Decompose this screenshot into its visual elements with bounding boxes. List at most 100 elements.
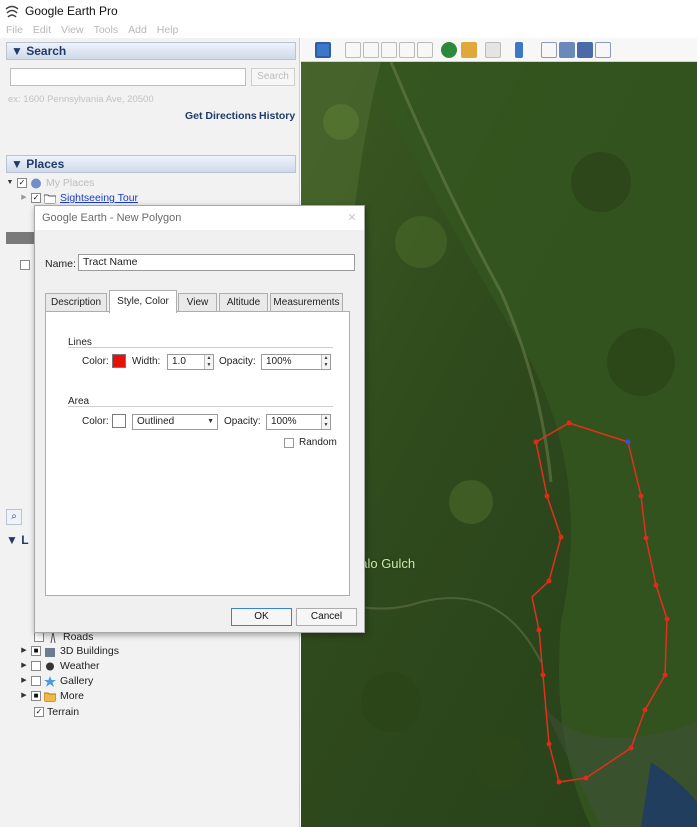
layer-label: More — [60, 690, 84, 702]
layer-label: Terrain — [47, 706, 80, 718]
tab-description[interactable]: Description — [45, 293, 107, 312]
layer-item-weather[interactable]: ▶ Weather — [20, 659, 100, 673]
area-fill-mode-select[interactable]: Outlined ▼ — [132, 414, 218, 430]
expand-arrow-icon[interactable]: ▼ — [6, 176, 14, 190]
window-title: Google Earth Pro — [25, 4, 118, 18]
menu-help[interactable]: Help — [157, 24, 179, 36]
maps-icon[interactable] — [595, 42, 611, 58]
checkbox[interactable]: ✓ — [34, 707, 44, 717]
menu-file[interactable]: File — [6, 24, 23, 36]
print-icon[interactable] — [559, 42, 575, 58]
expand-arrow-icon[interactable]: ▶ — [20, 644, 28, 658]
tab-measurements[interactable]: Measurements — [270, 293, 343, 312]
style-color-panel: Lines Color: Width: 1.0 ▲ ▼ Opacity: 100%… — [45, 311, 350, 596]
expand-arrow-icon[interactable]: ▶ — [20, 689, 28, 703]
random-checkbox[interactable] — [284, 438, 294, 448]
get-directions-link[interactable]: Get Directions — [185, 110, 257, 122]
lines-color-label: Color: — [82, 356, 109, 367]
menu-add[interactable]: Add — [128, 24, 147, 36]
close-icon[interactable]: ✕ — [346, 212, 358, 224]
planets-icon[interactable] — [485, 42, 501, 58]
ok-button[interactable]: OK — [231, 608, 292, 626]
divider — [68, 347, 333, 348]
google-earth-app-icon — [5, 5, 19, 18]
menu-view[interactable]: View — [61, 24, 84, 36]
random-label: Random — [299, 437, 337, 448]
selected-row-highlight — [6, 232, 36, 244]
name-field[interactable]: Tract Name — [78, 254, 355, 271]
layer-item-gallery[interactable]: ▶ Gallery — [20, 674, 93, 688]
title-bar: Google Earth Pro — [0, 0, 697, 22]
checkbox[interactable]: ■ — [31, 646, 41, 656]
name-label: Name: — [45, 258, 76, 270]
search-button[interactable]: Search — [251, 68, 295, 86]
spin-arrows-icon[interactable]: ▲ ▼ — [321, 355, 330, 369]
checkbox[interactable] — [31, 676, 41, 686]
menu-tools[interactable]: Tools — [94, 24, 119, 36]
checkbox[interactable] — [20, 260, 30, 270]
road-icon — [50, 631, 56, 643]
folder-icon — [44, 692, 56, 702]
weather-icon — [46, 662, 54, 670]
search-input[interactable] — [10, 68, 246, 86]
tour-icon[interactable] — [417, 42, 433, 58]
tree-item-my-places[interactable]: ▼ ✓ My Places — [6, 176, 95, 190]
search-panel-header[interactable]: ▼ Search — [6, 42, 296, 60]
area-opacity-label: Opacity: — [224, 416, 261, 427]
search-hint: ex: 1600 Pennsylvania Ave, 20500 — [8, 94, 154, 105]
lines-opacity-stepper[interactable]: 100% ▲ ▼ — [261, 354, 331, 370]
ruler-icon[interactable] — [515, 42, 523, 58]
expand-arrow-icon[interactable]: ▶ — [20, 659, 28, 673]
divider — [68, 406, 333, 407]
layer-item-terrain[interactable]: ✓ Terrain — [34, 705, 79, 719]
checkbox[interactable]: ■ — [31, 691, 41, 701]
tab-altitude[interactable]: Altitude — [219, 293, 268, 312]
email-icon[interactable] — [541, 42, 557, 58]
sidebar-toggle-icon[interactable] — [315, 42, 331, 58]
layer-item-more[interactable]: ▶ ■ More — [20, 689, 84, 703]
history-link[interactable]: History — [259, 110, 295, 122]
spin-arrows-icon[interactable]: ▲ ▼ — [204, 355, 213, 369]
layer-label: 3D Buildings — [60, 645, 119, 657]
checkbox[interactable]: ✓ — [31, 193, 41, 203]
area-fill-mode-value: Outlined — [137, 416, 175, 427]
save-image-icon[interactable] — [577, 42, 593, 58]
gallery-star-icon — [44, 675, 56, 687]
area-opacity-stepper[interactable]: 100% ▲ ▼ — [266, 414, 331, 430]
menu-edit[interactable]: Edit — [33, 24, 51, 36]
historical-imagery-icon[interactable] — [441, 42, 457, 58]
expand-arrow-icon[interactable]: ▶ — [20, 191, 28, 205]
tree-item-sightseeing-tour[interactable]: ▶ ✓ Sightseeing Tour — [20, 191, 138, 205]
layers-panel-header[interactable]: ▼ L — [6, 533, 36, 549]
expand-arrow-icon[interactable]: ▶ — [20, 674, 28, 688]
area-color-swatch[interactable] — [112, 414, 126, 428]
buildings-icon — [45, 647, 55, 657]
polygon-icon[interactable] — [363, 42, 379, 58]
tab-style-color[interactable]: Style, Color — [109, 290, 177, 313]
lines-color-swatch[interactable] — [112, 354, 126, 368]
spin-arrows-icon[interactable]: ▲ ▼ — [321, 415, 330, 429]
checkbox[interactable] — [31, 661, 41, 671]
lines-opacity-label: Opacity: — [219, 356, 256, 367]
tree-label-sightseeing-tour[interactable]: Sightseeing Tour — [60, 191, 138, 205]
layer-item-3d-buildings[interactable]: ▶ ■ 3D Buildings — [20, 644, 119, 658]
path-icon[interactable] — [381, 42, 397, 58]
map-toolbar — [301, 38, 697, 62]
area-opacity-value: 100% — [271, 416, 297, 427]
layer-label: Weather — [60, 660, 100, 672]
places-panel-header[interactable]: ▼ Places — [6, 155, 296, 173]
layer-label: Gallery — [60, 675, 94, 687]
tab-view[interactable]: View — [178, 293, 217, 312]
placemark-icon[interactable] — [345, 42, 361, 58]
sunlight-icon[interactable] — [461, 42, 477, 58]
lines-width-stepper[interactable]: 1.0 ▲ ▼ — [167, 354, 214, 370]
folder-icon — [44, 194, 56, 204]
dialog-title: Google Earth - New Polygon — [35, 206, 364, 230]
overlay-icon[interactable] — [399, 42, 415, 58]
dialog-tabs: Description Style, Color View Altitude M… — [45, 290, 350, 313]
checkbox[interactable] — [34, 632, 44, 642]
checkbox[interactable]: ✓ — [17, 178, 27, 188]
cancel-button[interactable]: Cancel — [296, 608, 357, 626]
lines-opacity-value: 100% — [266, 356, 292, 367]
search-icon[interactable]: ⌕ — [6, 509, 22, 525]
